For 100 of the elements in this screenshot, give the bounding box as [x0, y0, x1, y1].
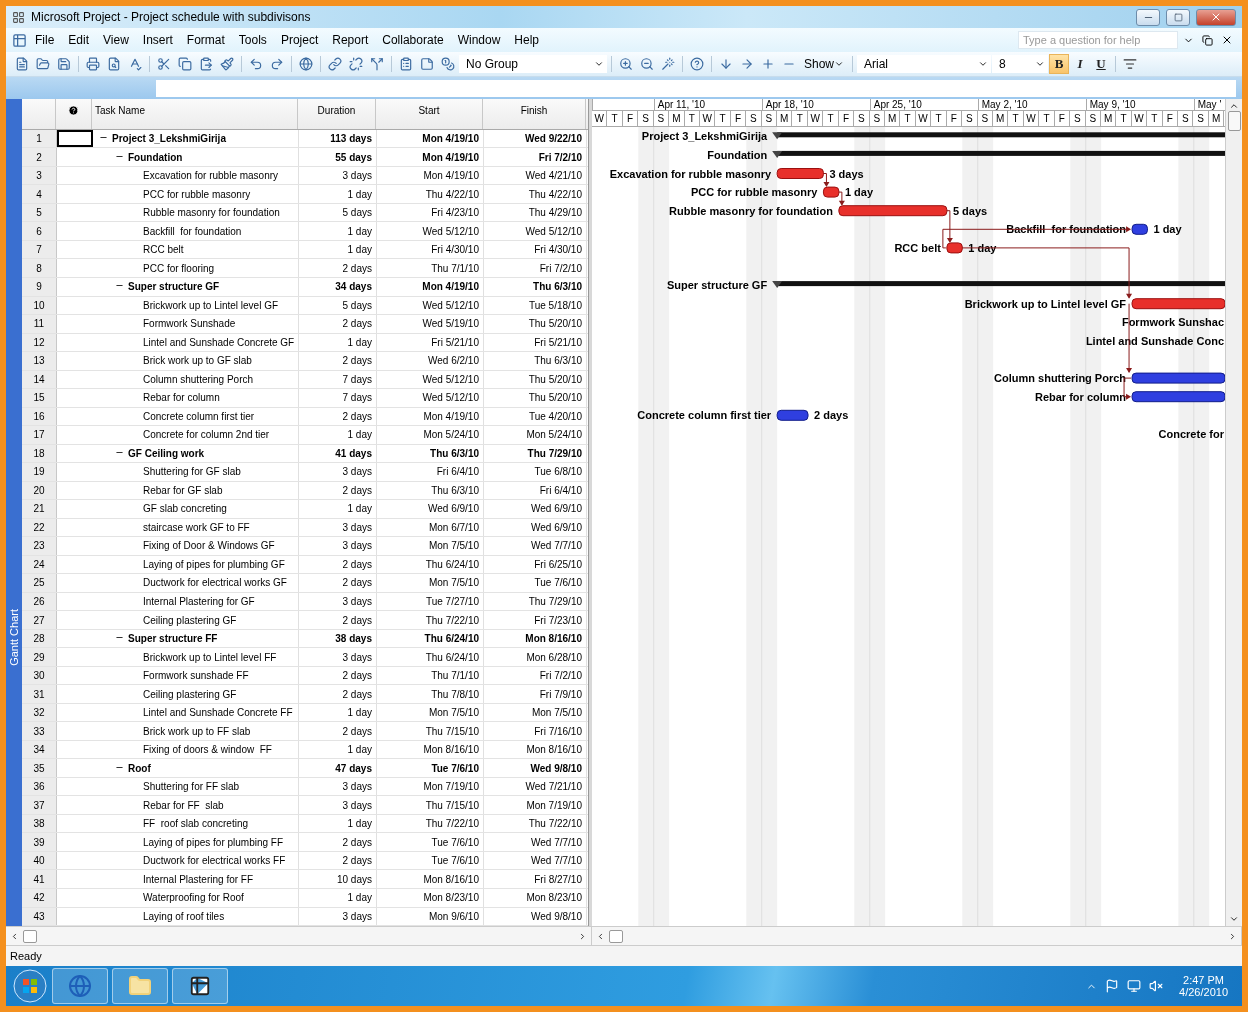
- menu-item[interactable]: View: [97, 31, 135, 49]
- help-icon[interactable]: [690, 57, 704, 71]
- duration-cell: 5 days: [299, 296, 377, 314]
- copy-icon[interactable]: [178, 57, 192, 71]
- restore-button[interactable]: [1166, 8, 1190, 26]
- scroll-down-icon[interactable]: [1229, 914, 1239, 924]
- day-label: S: [1070, 111, 1086, 126]
- start-cell: Thu 6/24/10: [377, 648, 484, 666]
- day-label: F: [1054, 111, 1071, 126]
- arrow-right-icon[interactable]: [740, 57, 754, 71]
- restore-icon[interactable]: [1202, 34, 1213, 46]
- flag-icon[interactable]: [1105, 979, 1120, 993]
- coins-icon[interactable]: [441, 57, 455, 71]
- task-name: Shuttering for GF slab: [143, 466, 241, 478]
- scroll-thumb[interactable]: [1227, 111, 1241, 131]
- close-icon[interactable]: [1221, 34, 1233, 46]
- help-search-field[interactable]: Type a question for help: [1018, 31, 1178, 49]
- split-icon[interactable]: [370, 57, 384, 71]
- plus-icon[interactable]: [761, 57, 775, 71]
- sticky-note-icon[interactable]: [420, 57, 434, 71]
- menu-item[interactable]: File: [29, 31, 61, 49]
- menu-item[interactable]: Project: [274, 31, 325, 49]
- duration-cell: 55 days: [299, 148, 377, 166]
- scroll-thumb[interactable]: [23, 929, 37, 943]
- format-button[interactable]: B: [1049, 54, 1070, 74]
- day-label: T: [1039, 111, 1055, 126]
- task-name: Fixing of doors & window FF: [143, 744, 272, 756]
- close-button[interactable]: [1196, 8, 1236, 26]
- font-size-dropdown[interactable]: 8: [992, 55, 1049, 73]
- duration-cell: 47 days: [299, 759, 377, 777]
- wand-icon[interactable]: [661, 57, 675, 71]
- entry-field[interactable]: [156, 80, 1236, 97]
- scroll-thumb[interactable]: [609, 929, 623, 943]
- globe-icon[interactable]: [299, 57, 313, 71]
- minimize-button[interactable]: [1136, 8, 1160, 26]
- format-button[interactable]: U: [1091, 54, 1112, 74]
- day-label: S: [869, 111, 885, 126]
- paste-icon[interactable]: [199, 57, 213, 71]
- scroll-right-icon[interactable]: [578, 931, 587, 941]
- redo-icon[interactable]: [270, 57, 284, 71]
- finish-cell: Wed 9/8/10: [484, 759, 587, 777]
- spell-check-icon[interactable]: [128, 57, 142, 71]
- start-cell: Mon 9/6/10: [377, 907, 484, 926]
- start-cell: Tue 7/6/10: [377, 759, 484, 777]
- menu-item[interactable]: Tools: [232, 31, 273, 49]
- zoom-out-icon[interactable]: [640, 57, 654, 71]
- start-orb-icon[interactable]: [12, 968, 48, 1004]
- day-label: T: [1116, 111, 1132, 126]
- filter-icon[interactable]: [1123, 57, 1138, 71]
- menu-item[interactable]: Format: [180, 31, 231, 49]
- print-preview-icon[interactable]: [107, 57, 121, 71]
- format-button[interactable]: I: [1070, 54, 1091, 74]
- finish-cell: Wed 7/7/10: [484, 537, 587, 555]
- new-file-icon[interactable]: [15, 57, 29, 71]
- menu-item[interactable]: Window: [451, 31, 507, 49]
- font-dropdown[interactable]: Arial: [857, 55, 992, 73]
- menu-item[interactable]: Collaborate: [376, 31, 450, 49]
- menu-item[interactable]: Insert: [136, 31, 179, 49]
- task-bar: [776, 409, 809, 421]
- menu-item[interactable]: Edit: [62, 31, 96, 49]
- group-dropdown[interactable]: No Group: [459, 55, 607, 73]
- vertical-scrollbar[interactable]: [1225, 99, 1242, 926]
- save-icon[interactable]: [57, 57, 71, 71]
- network-icon[interactable]: [1127, 979, 1142, 993]
- duration-cell: 2 days: [299, 833, 377, 851]
- printer-icon[interactable]: [86, 57, 100, 71]
- column-header: Task Name: [92, 99, 298, 129]
- finish-cell: Fri 7/23/10: [484, 611, 587, 629]
- day-label: T: [1008, 111, 1024, 126]
- finish-cell: Tue 7/6/10: [484, 574, 587, 592]
- finish-cell: Fri 7/16/10: [484, 722, 587, 740]
- menu-item[interactable]: Report: [326, 31, 375, 49]
- task-bar: [822, 186, 840, 198]
- scroll-left-icon[interactable]: [10, 931, 19, 941]
- finish-cell: Thu 7/29/10: [484, 444, 587, 463]
- folder-icon[interactable]: [36, 57, 50, 71]
- volume-muted-icon[interactable]: [1149, 979, 1164, 993]
- duration-cell: 2 days: [299, 611, 377, 629]
- finish-cell: Fri 6/4/10: [484, 481, 587, 500]
- project-app-icon[interactable]: [189, 975, 211, 997]
- clock[interactable]: 2:47 PM 4/26/2010: [1171, 974, 1236, 998]
- selected-cell[interactable]: [57, 129, 93, 148]
- start-cell: Fri 5/21/10: [377, 333, 484, 352]
- scroll-up-icon[interactable]: [1229, 101, 1239, 111]
- unlink-icon[interactable]: [349, 57, 363, 71]
- scroll-left-icon[interactable]: [596, 931, 605, 941]
- scroll-right-icon[interactable]: [1228, 931, 1237, 941]
- cut-icon[interactable]: [157, 57, 171, 71]
- show-button[interactable]: Show: [800, 57, 849, 71]
- brush-icon[interactable]: [220, 57, 234, 71]
- link-icon[interactable]: [328, 57, 342, 71]
- bar-label: Formwork Sunshac: [1121, 316, 1224, 329]
- undo-icon[interactable]: [249, 57, 263, 71]
- finish-cell: Thu 7/29/10: [484, 592, 587, 611]
- notes-icon[interactable]: [399, 57, 413, 71]
- day-label: S: [1085, 111, 1101, 126]
- day-label: F: [730, 111, 747, 126]
- task-name: Lintel and Sunshade Concrete FF: [143, 707, 293, 719]
- menu-item[interactable]: Help: [508, 31, 545, 49]
- zoom-in-icon[interactable]: [619, 57, 633, 71]
